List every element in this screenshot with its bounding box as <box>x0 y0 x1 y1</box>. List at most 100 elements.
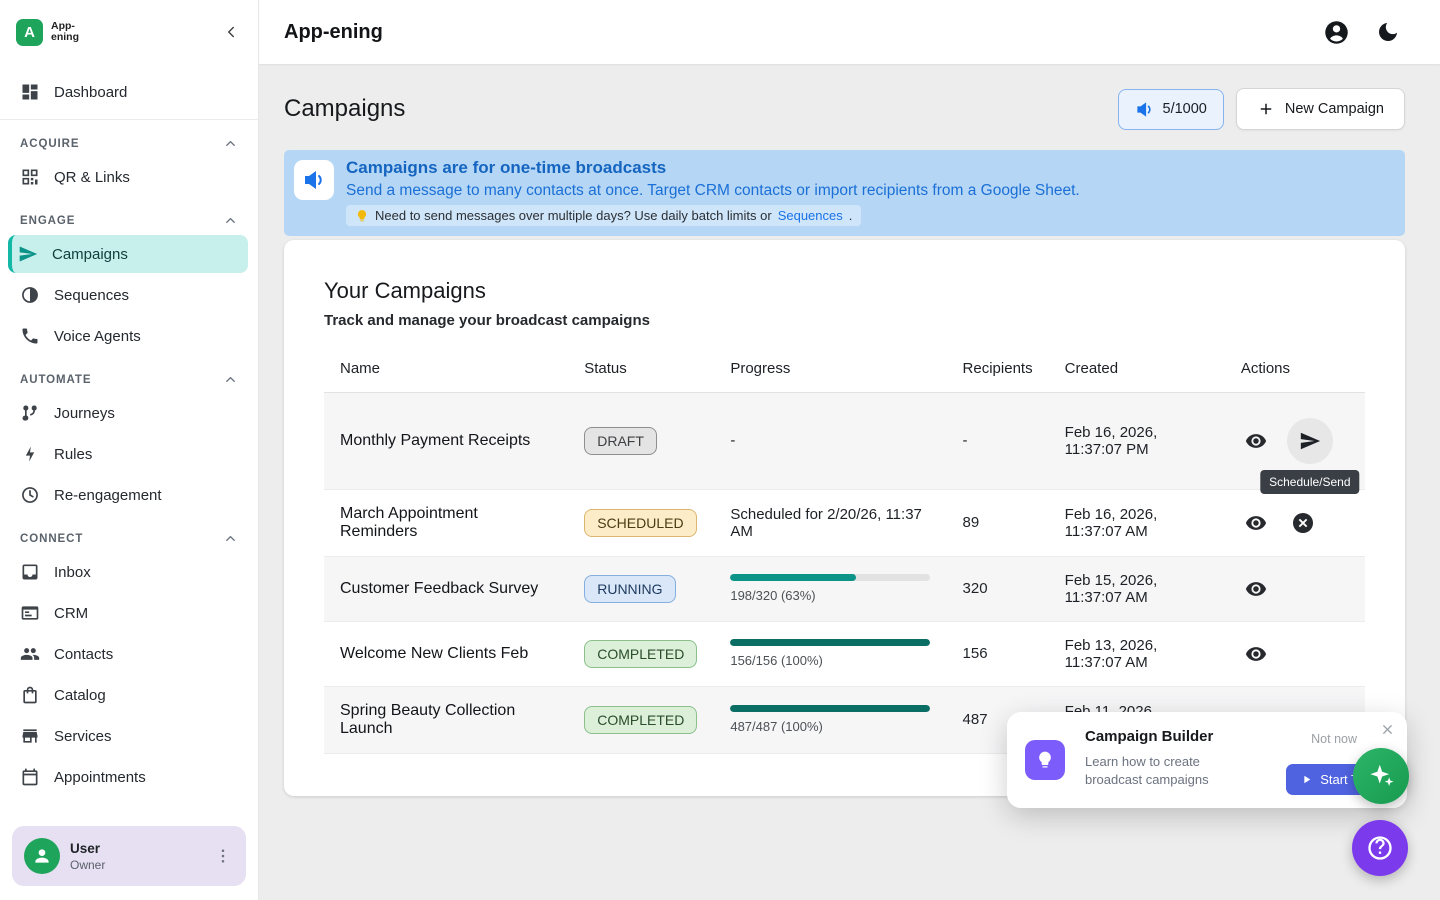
schedule-send-button[interactable] <box>1287 418 1333 464</box>
sequence-icon <box>20 285 40 305</box>
topbar-actions <box>1323 19 1400 46</box>
sidebar-item-label: Dashboard <box>54 84 127 101</box>
ai-assistant-fab[interactable] <box>1353 748 1409 804</box>
progress-text: 487/487 (100%) <box>730 719 930 734</box>
sidebar-item-label: Rules <box>54 446 92 463</box>
person-circle-icon <box>1323 19 1350 46</box>
lightbulb-icon <box>1035 750 1055 770</box>
send-icon <box>18 244 38 264</box>
sidebar-item-re-engagement[interactable]: Re-engagement <box>10 476 248 514</box>
status-badge: DRAFT <box>584 427 657 455</box>
user-role: Owner <box>70 858 202 872</box>
table-row: March Appointment Reminders SCHEDULED Sc… <box>324 489 1365 556</box>
recipients-value: 320 <box>947 556 1049 621</box>
cancel-campaign-button[interactable] <box>1287 507 1319 539</box>
campaigns-table: Name Status Progress Recipients Created … <box>324 345 1365 754</box>
created-value: Feb 15, 2026, 11:37:07 AM <box>1049 556 1225 621</box>
sidebar-item-journeys[interactable]: Journeys <box>10 394 248 432</box>
sidebar-item-label: Inbox <box>54 564 91 581</box>
send-icon <box>1299 430 1321 452</box>
lightbulb-badge <box>1025 740 1065 780</box>
section-header-connect[interactable]: CONNECT <box>0 517 258 550</box>
section-header-automate[interactable]: AUTOMATE <box>0 358 258 391</box>
section-label: ACQUIRE <box>20 138 79 150</box>
banner-text: Campaigns are for one-time broadcasts Se… <box>346 158 1080 228</box>
account-button[interactable] <box>1323 19 1350 46</box>
sidebar-item-inbox[interactable]: Inbox <box>10 553 248 591</box>
progress-text: 156/156 (100%) <box>730 653 930 668</box>
sidebar-item-services[interactable]: Services <box>10 717 248 755</box>
recipients-value: - <box>947 392 1049 489</box>
chevron-up-icon <box>223 531 238 546</box>
sidebar-item-label: Catalog <box>54 687 106 704</box>
user-name: User <box>70 841 202 856</box>
col-name: Name <box>324 345 568 393</box>
view-button[interactable] <box>1241 639 1271 669</box>
recipients-value: 156 <box>947 621 1049 686</box>
sidebar-item-label: Appointments <box>54 769 146 786</box>
sidebar-header: A App-ening <box>0 0 258 64</box>
progress-bar <box>730 639 930 646</box>
new-campaign-button[interactable]: New Campaign <box>1236 88 1405 130</box>
sidebar-item-voice-agents[interactable]: Voice Agents <box>10 317 248 355</box>
user-menu-button[interactable] <box>212 845 234 867</box>
help-fab[interactable] <box>1352 820 1408 876</box>
chevron-up-icon <box>223 372 238 387</box>
sidebar-item-campaigns[interactable]: Campaigns <box>8 235 248 273</box>
campaign-name: Monthly Payment Receipts <box>324 392 568 489</box>
page-title: Campaigns <box>284 95 405 123</box>
card-title: Your Campaigns <box>324 278 1365 304</box>
col-progress: Progress <box>714 345 946 393</box>
view-button[interactable] <box>1241 426 1271 456</box>
progress-text: 198/320 (63%) <box>730 588 930 603</box>
dark-mode-toggle[interactable] <box>1376 20 1400 44</box>
section-label: CONNECT <box>20 533 83 545</box>
sidebar-item-label: Services <box>54 728 112 745</box>
table-row: Welcome New Clients Feb COMPLETED 156/15… <box>324 621 1365 686</box>
progress-text: Scheduled for 2/20/26, 11:37 AM <box>730 506 930 540</box>
sidebar-item-catalog[interactable]: Catalog <box>10 676 248 714</box>
sidebar-item-contacts[interactable]: Contacts <box>10 635 248 673</box>
not-now-button[interactable]: Not now <box>1311 732 1357 746</box>
app-logo-icon: A <box>16 19 43 46</box>
sparkles-icon <box>1366 761 1396 791</box>
app-logo-text: App-ening <box>51 21 91 43</box>
topbar: App-ening <box>259 0 1440 64</box>
sidebar-item-sequences[interactable]: Sequences <box>10 276 248 314</box>
campaign-quota-chip[interactable]: 5/1000 <box>1118 89 1224 130</box>
progress-text: - <box>730 432 735 449</box>
progress-bar <box>730 705 930 712</box>
sidebar-item-crm[interactable]: CRM <box>10 594 248 632</box>
eye-icon <box>1245 430 1267 452</box>
view-button[interactable] <box>1241 508 1271 538</box>
app-title: App-ening <box>284 21 383 44</box>
sidebar-item-qr-links[interactable]: QR & Links <box>10 158 248 196</box>
created-value: Feb 16, 2026, 11:37:07 PM <box>1049 392 1225 489</box>
toast-title: Campaign Builder <box>1085 728 1213 745</box>
sidebar-item-rules[interactable]: Rules <box>10 435 248 473</box>
user-avatar <box>24 838 60 874</box>
chevron-left-icon <box>222 23 240 41</box>
toast-close-button[interactable] <box>1380 722 1395 737</box>
sidebar-nav: Dashboard ACQUIRE QR & Links ENGAGE Camp… <box>0 64 258 816</box>
sequences-link[interactable]: Sequences <box>778 208 843 223</box>
section-label: ENGAGE <box>20 215 75 227</box>
divider <box>0 119 258 120</box>
eye-icon <box>1245 643 1267 665</box>
col-status: Status <box>568 345 714 393</box>
user-card[interactable]: User Owner <box>12 826 246 886</box>
person-icon <box>32 846 52 866</box>
sidebar-collapse-button[interactable] <box>218 19 244 45</box>
status-badge: RUNNING <box>584 575 675 603</box>
new-campaign-label: New Campaign <box>1285 101 1384 117</box>
sidebar-item-appointments[interactable]: Appointments <box>10 758 248 796</box>
sidebar-item-dashboard[interactable]: Dashboard <box>10 73 248 111</box>
section-header-acquire[interactable]: ACQUIRE <box>0 122 258 155</box>
table-row: Monthly Payment Receipts DRAFT - - Feb 1… <box>324 392 1365 489</box>
section-header-engage[interactable]: ENGAGE <box>0 199 258 232</box>
view-button[interactable] <box>1241 574 1271 604</box>
progress-bar <box>730 574 930 581</box>
megaphone-icon <box>1135 100 1154 119</box>
sidebar-item-label: Campaigns <box>52 246 128 263</box>
page-header: Campaigns 5/1000 New Campaign <box>284 88 1405 130</box>
